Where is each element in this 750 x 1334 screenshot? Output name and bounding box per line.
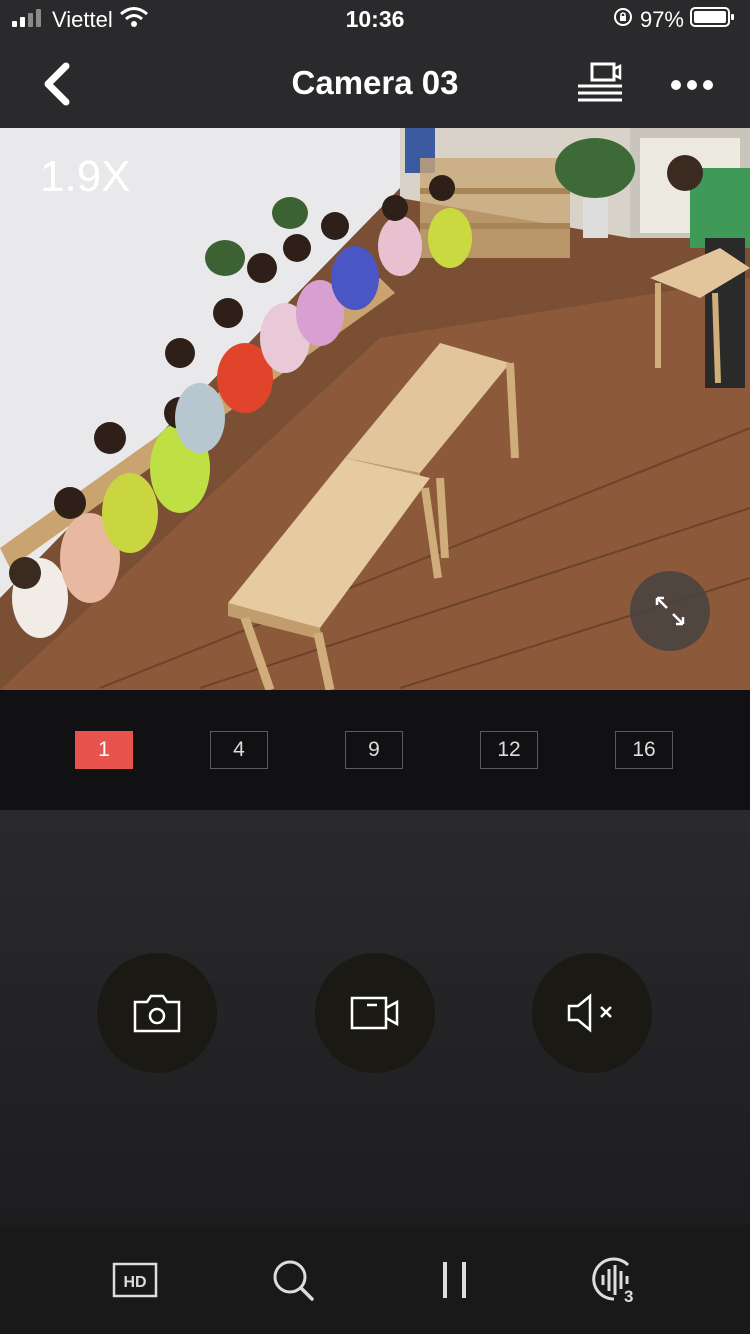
playback-search-button[interactable] [268,1255,318,1305]
control-panel [0,810,750,1225]
more-button[interactable] [670,74,714,96]
more-icon [671,80,713,90]
svg-text:HD: HD [123,1274,146,1291]
record-button[interactable] [315,953,435,1073]
multi-screen-icon [578,62,622,102]
fullscreen-button[interactable] [630,571,710,651]
layout-option-1[interactable]: 1 [75,731,133,769]
layout-option-9[interactable]: 9 [345,731,403,769]
mute-button[interactable] [532,953,652,1073]
bottom-toolbar: HD 3 [0,1225,750,1334]
camera-feed[interactable]: 1.9X [0,128,750,690]
nav-bar: Camera 03 [0,42,750,128]
battery-icon [690,6,736,34]
audio-channel-badge: 3 [624,1287,634,1306]
layout-option-4[interactable]: 4 [210,731,268,769]
pause-icon [443,1262,466,1298]
zoom-level: 1.9X [40,152,131,201]
audio-channel-button[interactable]: 3 [590,1255,640,1306]
hd-quality-button[interactable]: HD [110,1255,160,1305]
layout-selector: 1 4 9 12 16 [0,690,750,810]
rotation-lock-icon [612,6,634,34]
layout-option-12[interactable]: 12 [480,731,538,769]
search-icon [273,1260,314,1301]
status-bar: Viettel 10:36 97% [0,0,750,42]
page-title: Camera 03 [291,64,459,101]
mute-icon [567,993,612,1033]
record-icon [350,996,399,1030]
expand-icon [655,596,685,626]
multi-screen-button[interactable] [576,62,624,104]
battery-percent: 97% [639,7,684,32]
hd-icon: HD [112,1262,158,1298]
pause-button[interactable] [430,1255,480,1305]
layout-option-16[interactable]: 16 [615,731,673,769]
snapshot-icon [133,994,181,1033]
snapshot-button[interactable] [97,953,217,1073]
